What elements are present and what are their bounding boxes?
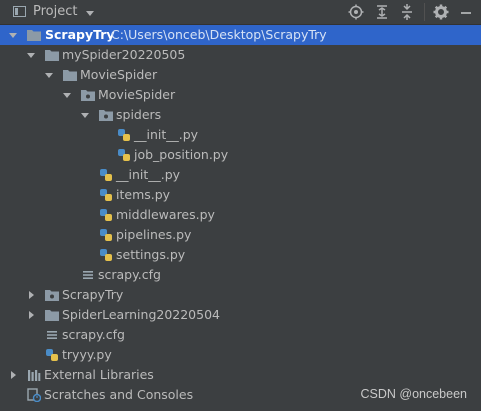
tree-row-file[interactable]: settings.py: [0, 245, 481, 265]
project-tree: ScrapyTry C:\Users\onceb\Desktop\ScrapyT…: [0, 25, 481, 411]
tree-item-label: pipelines.py: [116, 227, 192, 242]
tree-item-label: scrapy.cfg: [62, 327, 125, 342]
expand-all-icon[interactable]: [374, 4, 390, 20]
libraries-icon: [27, 368, 41, 382]
panel-title[interactable]: Project: [33, 4, 77, 19]
tree-item-label: __init__.py: [134, 127, 199, 142]
tree-row-file[interactable]: scrapy.cfg: [0, 325, 481, 345]
watermark-text: CSDN @oncebeen: [360, 387, 468, 401]
tree-item-label: MovieSpider: [98, 87, 176, 102]
python-file-icon: [117, 128, 131, 142]
config-file-icon: [45, 328, 59, 342]
python-file-icon: [99, 168, 113, 182]
package-folder-icon: [45, 288, 59, 302]
expand-arrow-icon[interactable]: [9, 33, 17, 38]
python-file-icon: [45, 348, 59, 362]
tree-row-file[interactable]: __init__.py: [0, 125, 481, 145]
tree-item-label: settings.py: [116, 247, 186, 262]
tree-row-package[interactable]: MovieSpider: [0, 85, 481, 105]
tree-row-file[interactable]: scrapy.cfg: [0, 265, 481, 285]
expand-arrow-icon[interactable]: [81, 113, 89, 118]
expand-arrow-icon[interactable]: [27, 53, 35, 58]
tree-row-file[interactable]: pipelines.py: [0, 225, 481, 245]
project-tool-window: Project ScrapyTry C:\Users\onceb\Desktop…: [0, 0, 481, 411]
tree-item-label: External Libraries: [44, 367, 154, 382]
python-file-icon: [99, 188, 113, 202]
tree-item-label: middlewares.py: [116, 207, 215, 222]
python-file-icon: [99, 208, 113, 222]
tree-row-package[interactable]: spiders: [0, 105, 481, 125]
tree-row-folder[interactable]: ScrapyTry: [0, 285, 481, 305]
folder-icon: [45, 308, 59, 322]
tree-item-label: ScrapyTry: [62, 287, 124, 302]
locate-icon[interactable]: [348, 4, 364, 20]
folder-icon: [27, 28, 41, 42]
tree-item-label: job_position.py: [134, 147, 229, 162]
tree-item-label: MovieSpider: [80, 67, 158, 82]
root-name: ScrapyTry: [45, 27, 115, 42]
tree-item-label: mySpider20220505: [62, 47, 186, 62]
folder-icon: [45, 48, 59, 62]
tree-item-label: scrapy.cfg: [98, 267, 161, 282]
collapsed-arrow-icon[interactable]: [29, 291, 34, 299]
tree-item-label: spiders: [116, 107, 162, 122]
folder-icon: [63, 68, 77, 82]
tree-row-file[interactable]: __init__.py: [0, 165, 481, 185]
python-file-icon: [99, 228, 113, 242]
tree-item-label: items.py: [116, 187, 171, 202]
collapse-all-icon[interactable]: [399, 4, 415, 20]
tree-item-label: tryyy.py: [62, 347, 112, 362]
tree-row-folder[interactable]: MovieSpider: [0, 65, 481, 85]
expand-arrow-icon[interactable]: [45, 73, 53, 78]
tree-row-folder[interactable]: mySpider20220505: [0, 45, 481, 65]
toolbar-divider: [424, 3, 425, 21]
root-path: C:\Users\onceb\Desktop\ScrapyTry: [111, 27, 327, 42]
tree-row-external-libraries[interactable]: External Libraries: [0, 365, 481, 385]
dropdown-caret-icon[interactable]: [86, 11, 94, 16]
tree-row-folder[interactable]: SpiderLearning20220504: [0, 305, 481, 325]
expand-arrow-icon[interactable]: [63, 93, 71, 98]
settings-gear-icon[interactable]: [433, 4, 449, 20]
hide-panel-icon[interactable]: [458, 4, 474, 20]
tree-row-file[interactable]: tryyy.py: [0, 345, 481, 365]
tree-row-root[interactable]: ScrapyTry C:\Users\onceb\Desktop\ScrapyT…: [0, 25, 481, 45]
package-folder-icon: [99, 108, 113, 122]
tree-item-label: __init__.py: [116, 167, 181, 182]
tree-item-label: Scratches and Consoles: [44, 387, 194, 402]
tree-row-file[interactable]: job_position.py: [0, 145, 481, 165]
config-file-icon: [81, 268, 95, 282]
tree-row-file[interactable]: items.py: [0, 185, 481, 205]
collapsed-arrow-icon[interactable]: [11, 371, 16, 379]
tree-row-file[interactable]: middlewares.py: [0, 205, 481, 225]
tree-item-label: SpiderLearning20220504: [62, 307, 220, 322]
project-panel-icon: [13, 6, 26, 17]
python-file-icon: [99, 248, 113, 262]
collapsed-arrow-icon[interactable]: [29, 311, 34, 319]
python-file-icon: [117, 148, 131, 162]
package-folder-icon: [81, 88, 95, 102]
scratches-icon: [27, 388, 42, 403]
project-header: Project: [0, 0, 481, 25]
